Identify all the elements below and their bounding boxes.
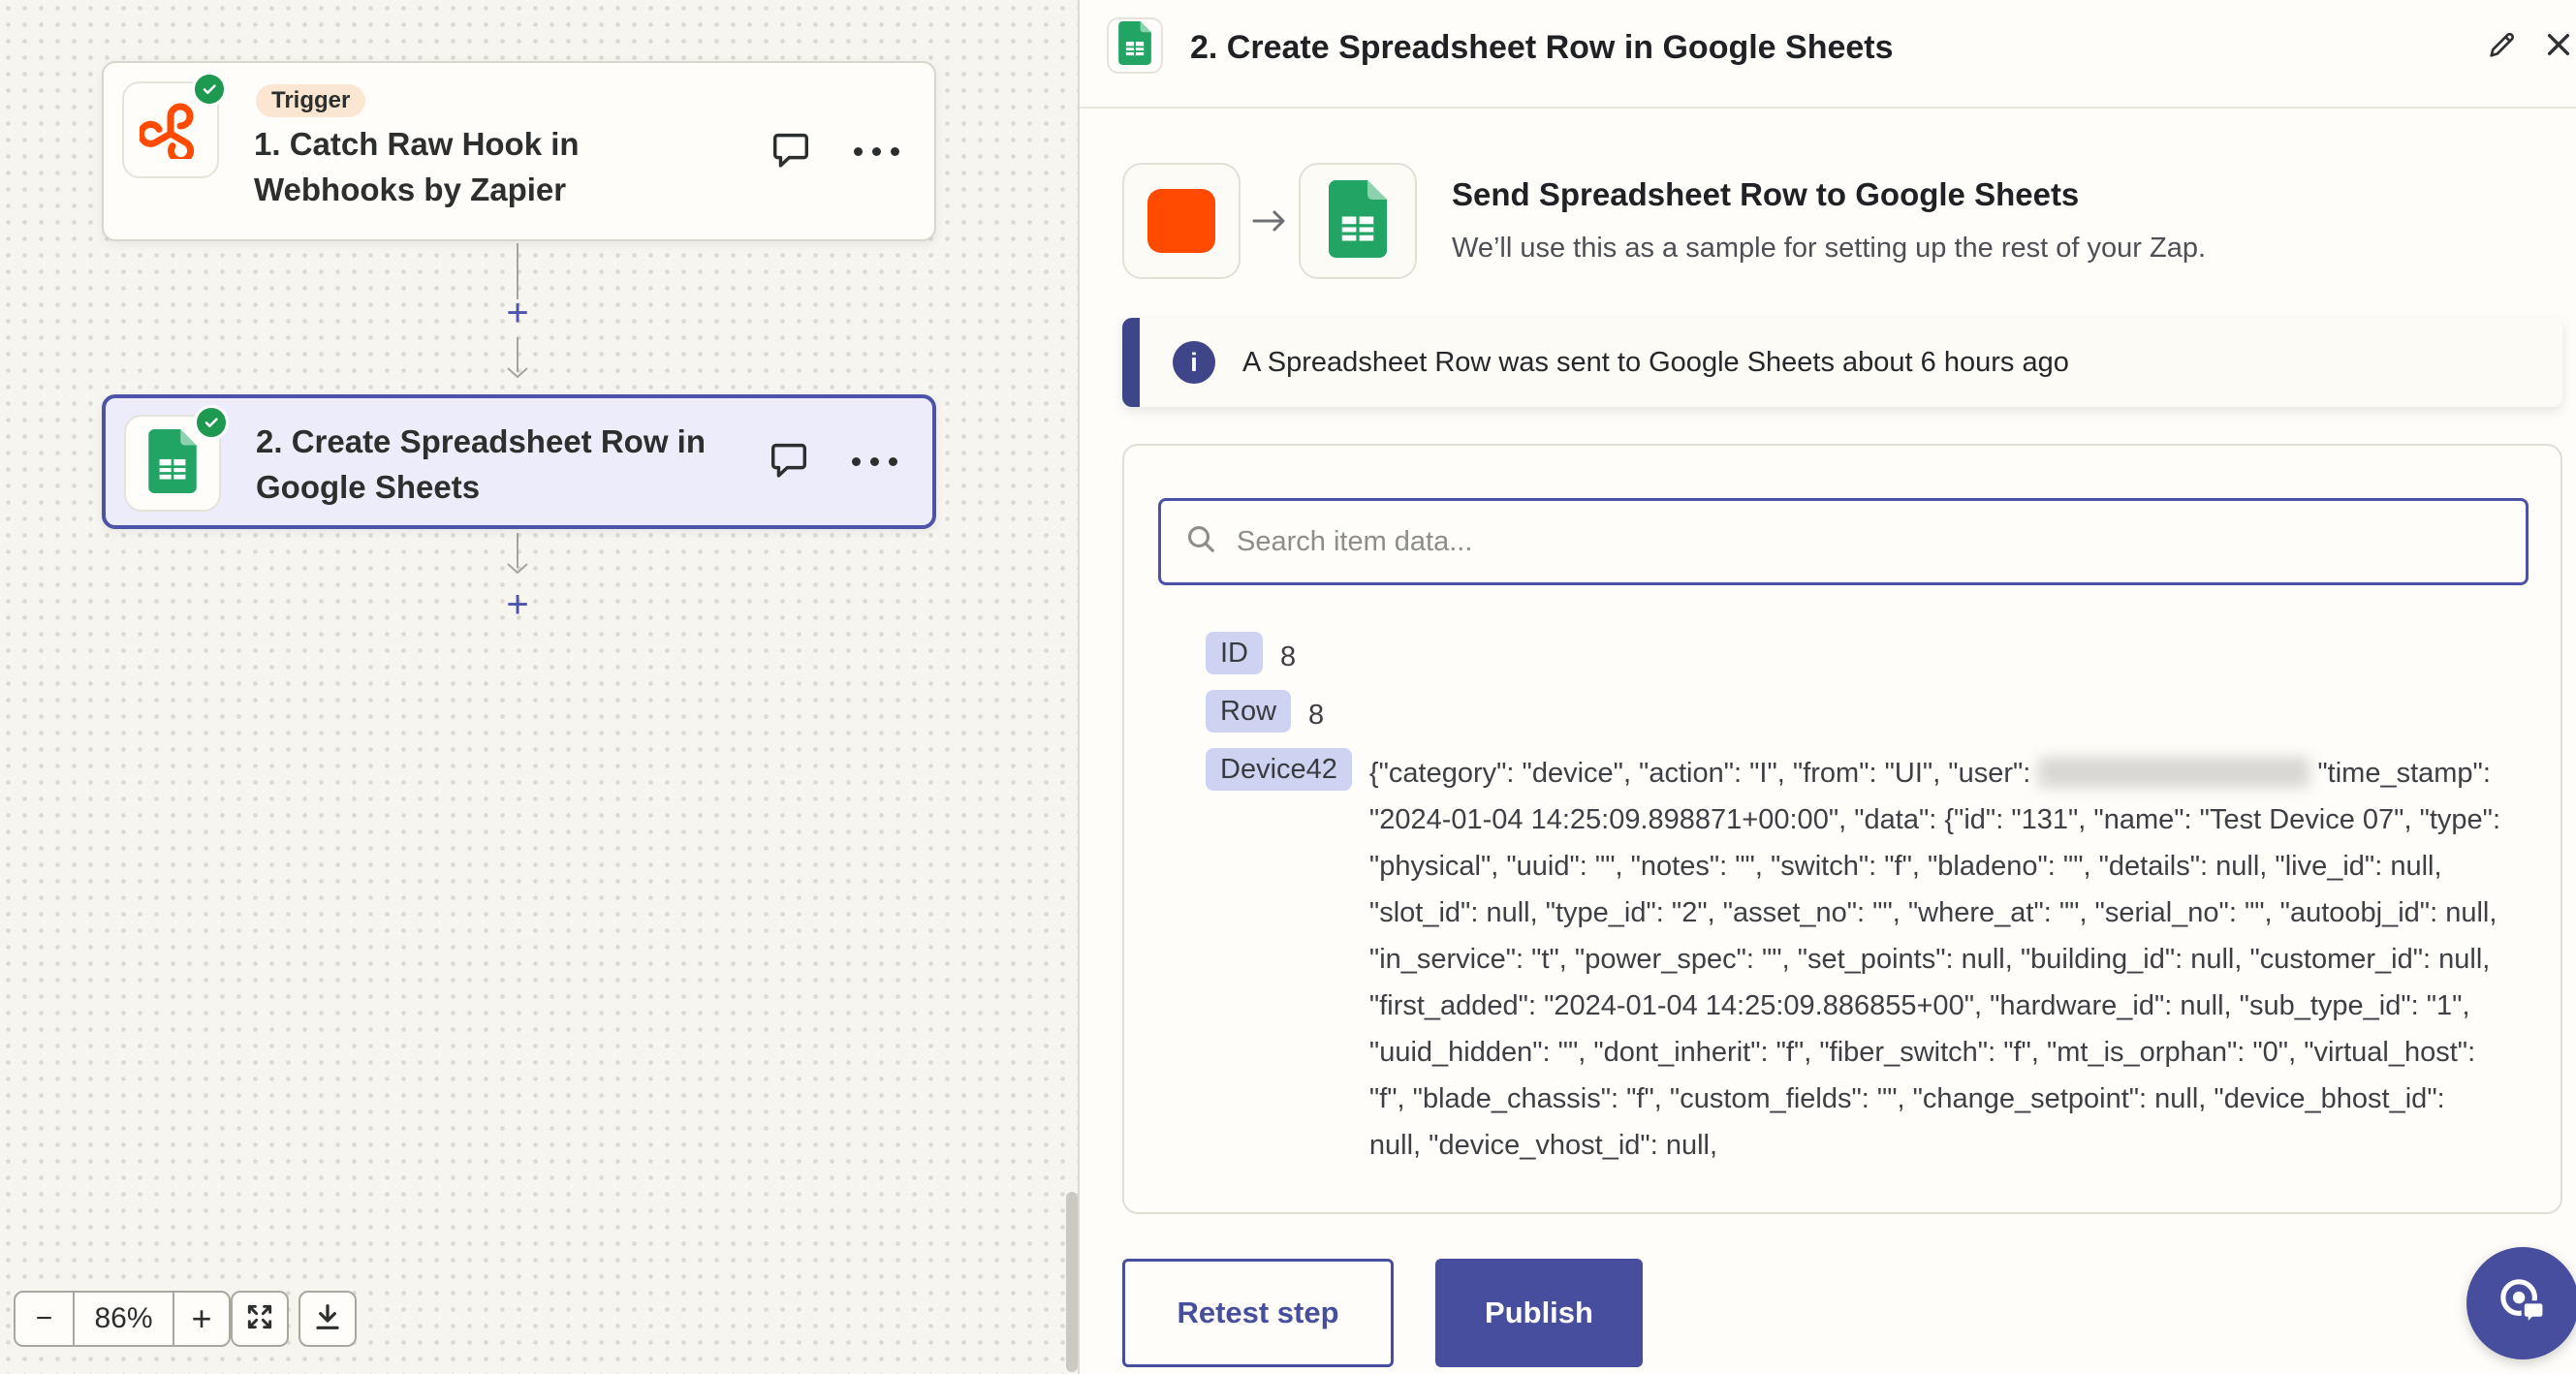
panel-header: 2. Create Spreadsheet Row in Google Shee… [1080,0,2576,109]
publish-button[interactable]: Publish [1435,1259,1643,1367]
retest-step-button[interactable]: Retest step [1122,1259,1394,1367]
destination-app-tile [1299,163,1417,279]
add-step-button-1[interactable]: + [498,294,537,332]
field-value-json: {"category": "device", "action": "I", "f… [1369,748,2501,1169]
info-icon: i [1173,341,1215,384]
download-icon [312,1301,343,1337]
sample-data-card: ID 8 Row 8 Device42 {"category": "device… [1122,444,2562,1214]
field-pill: Row [1206,690,1291,733]
step1-comment-icon[interactable] [769,127,813,176]
connector-arrowhead-icon [505,562,530,580]
step2-more-options-icon[interactable] [852,457,897,466]
item-data-search[interactable] [1158,498,2529,585]
field-pill: Device42 [1206,748,1352,791]
expand-arrows-icon [244,1301,275,1337]
download-button[interactable] [298,1291,357,1347]
connector-arrowhead-icon [505,366,530,385]
headset-chat-icon [2493,1271,2553,1336]
webhooks-icon [140,97,202,164]
source-app-tile [1122,163,1241,279]
test-status-banner: i A Spreadsheet Row was sent to Google S… [1122,318,2562,407]
close-icon [2543,29,2574,65]
canvas-scrollbar-thumb[interactable] [1066,1192,1078,1372]
step1-title: 1. Catch Raw Hook in Webhooks by Zapier [254,121,719,212]
search-icon [1184,522,1219,562]
edit-step-button[interactable] [2483,27,2522,66]
step1-app-icon-tile [122,81,219,178]
zoom-level-label: 86% [73,1293,173,1345]
google-sheets-icon [148,429,197,498]
step1-more-options-icon[interactable] [854,147,899,156]
add-step-button-2[interactable]: + [498,585,537,624]
redacted-user-value [2038,757,2309,788]
help-chat-button[interactable] [2466,1247,2576,1359]
pencil-icon [2486,28,2519,66]
step2-success-check-icon [194,405,229,440]
zoom-out-button[interactable]: − [16,1293,73,1345]
close-panel-button[interactable] [2539,27,2576,66]
field-value: 8 [1308,690,1324,738]
zoom-in-button[interactable]: + [173,1293,229,1345]
step2-app-icon-tile [124,415,221,512]
arrow-right-icon [1250,207,1289,239]
trigger-badge: Trigger [256,84,365,117]
field-row-row: Row 8 [1206,690,2533,738]
search-input[interactable] [1237,526,2502,558]
field-value: 8 [1280,632,1296,680]
step2-comment-icon[interactable] [767,437,811,486]
google-sheets-icon [1118,21,1151,70]
banner-text: A Spreadsheet Row was sent to Google She… [1242,347,2069,379]
step-card-trigger[interactable]: Trigger 1. Catch Raw Hook in Webhooks by… [102,61,936,241]
sample-heading: Send Spreadsheet Row to Google Sheets [1452,176,2079,213]
zap-canvas[interactable]: Trigger 1. Catch Raw Hook in Webhooks by… [0,0,1080,1374]
field-pill: ID [1206,632,1263,674]
canvas-zoom-controls: − 86% + [14,1291,231,1347]
step1-success-check-icon [192,72,227,107]
google-sheets-icon [1329,180,1387,263]
webhooks-app-color-block [1147,189,1215,253]
step2-title: 2. Create Spreadsheet Row in Google Shee… [256,419,721,510]
field-row-device42: Device42 {"category": "device", "action"… [1206,748,2533,1169]
sample-subheading: We’ll use this as a sample for setting u… [1452,233,2206,265]
step-detail-panel: 2. Create Spreadsheet Row in Google Shee… [1080,0,2576,1374]
fit-to-view-button[interactable] [231,1291,289,1347]
step-card-action-selected[interactable]: 2. Create Spreadsheet Row in Google Shee… [102,394,936,529]
banner-accent-bar [1122,318,1140,407]
panel-header-app-tile [1107,17,1163,74]
field-rows: ID 8 Row 8 Device42 {"category": "device… [1206,632,2533,1178]
field-row-id: ID 8 [1206,632,2533,680]
panel-title: 2. Create Spreadsheet Row in Google Shee… [1190,29,1894,67]
